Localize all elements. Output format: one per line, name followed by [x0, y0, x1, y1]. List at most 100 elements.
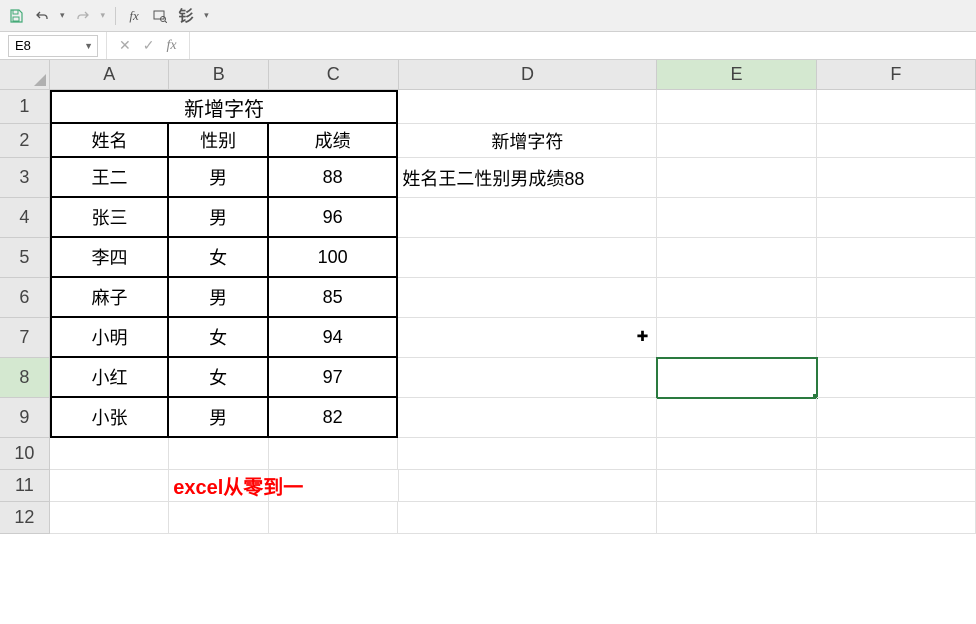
cell-a3[interactable]: 王二	[50, 158, 170, 198]
col-header-a[interactable]: A	[50, 60, 169, 89]
cell-c4[interactable]: 96	[269, 198, 398, 238]
row-header-6[interactable]: 6	[0, 278, 50, 318]
cell-b10[interactable]	[169, 438, 269, 470]
cell-c3[interactable]: 88	[269, 158, 398, 198]
cell-e3[interactable]	[657, 158, 816, 198]
cell-a4[interactable]: 张三	[50, 198, 170, 238]
cell-f8[interactable]	[817, 358, 976, 398]
cell-a8[interactable]: 小红	[50, 358, 170, 398]
cell-b2[interactable]: 性别	[169, 124, 269, 158]
cell-f1[interactable]	[817, 90, 976, 124]
cell-d11[interactable]	[399, 470, 658, 502]
cell-f4[interactable]	[817, 198, 976, 238]
cell-a6[interactable]: 麻子	[50, 278, 170, 318]
cell-e5[interactable]	[657, 238, 816, 278]
undo-icon[interactable]	[34, 8, 50, 24]
cell-d9[interactable]	[398, 398, 657, 438]
col-header-b[interactable]: B	[169, 60, 269, 89]
confirm-icon[interactable]: ✓	[143, 37, 155, 54]
cell-a1-merged[interactable]: 新增字符	[50, 90, 399, 124]
col-header-f[interactable]: F	[817, 60, 976, 89]
cell-e9[interactable]	[657, 398, 816, 438]
cell-b5[interactable]: 女	[169, 238, 269, 278]
cell-e6[interactable]	[657, 278, 816, 318]
col-header-c[interactable]: C	[269, 60, 398, 89]
row-header-2[interactable]: 2	[0, 124, 50, 158]
fx-tool-icon[interactable]: fx	[126, 8, 142, 24]
cell-e12[interactable]	[657, 502, 816, 534]
cell-b8[interactable]: 女	[169, 358, 269, 398]
cell-d10[interactable]	[398, 438, 657, 470]
symbol-dropdown-icon[interactable]: ▾	[204, 10, 209, 21]
cell-b4[interactable]: 男	[169, 198, 269, 238]
name-box-dropdown-icon[interactable]: ▼	[84, 41, 93, 51]
cell-c12[interactable]	[269, 502, 398, 534]
fx-icon[interactable]: fx	[166, 38, 176, 54]
cell-b9[interactable]: 男	[169, 398, 269, 438]
cell-f12[interactable]	[817, 502, 976, 534]
cell-a7[interactable]: 小明	[50, 318, 170, 358]
row-header-9[interactable]: 9	[0, 398, 50, 438]
cell-a11[interactable]	[50, 470, 169, 502]
save-icon[interactable]	[8, 8, 24, 24]
preview-icon[interactable]	[152, 8, 168, 24]
cell-f10[interactable]	[817, 438, 976, 470]
cell-d1[interactable]	[398, 90, 657, 124]
cell-b12[interactable]	[169, 502, 269, 534]
row-header-12[interactable]: 12	[0, 502, 50, 534]
cell-e4[interactable]	[657, 198, 816, 238]
cell-d8[interactable]	[398, 358, 657, 398]
cell-f2[interactable]	[817, 124, 976, 158]
row-header-10[interactable]: 10	[0, 438, 50, 470]
row-header-7[interactable]: 7	[0, 318, 50, 358]
col-header-d[interactable]: D	[399, 60, 658, 89]
cell-b11[interactable]: excel从零到一	[169, 470, 269, 502]
cell-d4[interactable]	[398, 198, 657, 238]
cell-a9[interactable]: 小张	[50, 398, 170, 438]
cell-f7[interactable]	[817, 318, 976, 358]
row-header-11[interactable]: 11	[0, 470, 50, 502]
cell-c7[interactable]: 94	[269, 318, 398, 358]
cell-f3[interactable]	[817, 158, 976, 198]
cell-e8-selected[interactable]	[657, 358, 816, 398]
cell-f9[interactable]	[817, 398, 976, 438]
cell-f5[interactable]	[817, 238, 976, 278]
cell-a10[interactable]	[50, 438, 170, 470]
cell-d3[interactable]: 姓名王二性别男成绩88	[398, 158, 657, 198]
cell-c9[interactable]: 82	[269, 398, 398, 438]
select-all-corner[interactable]	[0, 60, 50, 90]
cell-c2[interactable]: 成绩	[269, 124, 398, 158]
cell-c6[interactable]: 85	[269, 278, 398, 318]
cell-e7[interactable]	[657, 318, 816, 358]
cell-a12[interactable]	[50, 502, 170, 534]
row-header-1[interactable]: 1	[0, 90, 50, 124]
cell-b3[interactable]: 男	[169, 158, 269, 198]
cell-a5[interactable]: 李四	[50, 238, 170, 278]
cell-e11[interactable]	[657, 470, 816, 502]
cell-c10[interactable]	[269, 438, 398, 470]
cell-d12[interactable]	[398, 502, 657, 534]
cell-c8[interactable]: 97	[269, 358, 398, 398]
row-header-3[interactable]: 3	[0, 158, 50, 198]
cell-e2[interactable]	[657, 124, 816, 158]
cell-d6[interactable]	[398, 278, 657, 318]
cell-e10[interactable]	[657, 438, 816, 470]
row-header-4[interactable]: 4	[0, 198, 50, 238]
cell-f11[interactable]	[817, 470, 976, 502]
cell-f6[interactable]	[817, 278, 976, 318]
name-box[interactable]: E8 ▼	[8, 35, 98, 57]
cell-b7[interactable]: 女	[169, 318, 269, 358]
cancel-icon[interactable]: ✕	[119, 37, 131, 54]
undo-dropdown-icon[interactable]: ▾	[60, 10, 65, 21]
cell-c11[interactable]	[269, 470, 398, 502]
cell-b6[interactable]: 男	[169, 278, 269, 318]
redo-dropdown-icon[interactable]: ▾	[101, 10, 106, 21]
formula-input[interactable]	[189, 32, 976, 59]
cell-a2[interactable]: 姓名	[50, 124, 170, 158]
symbol-icon[interactable]: 钐	[178, 8, 194, 24]
row-header-5[interactable]: 5	[0, 238, 50, 278]
cell-d7[interactable]: ✚	[398, 318, 657, 358]
row-header-8[interactable]: 8	[0, 358, 50, 398]
cell-d5[interactable]	[398, 238, 657, 278]
cell-d2[interactable]: 新增字符	[398, 124, 657, 158]
